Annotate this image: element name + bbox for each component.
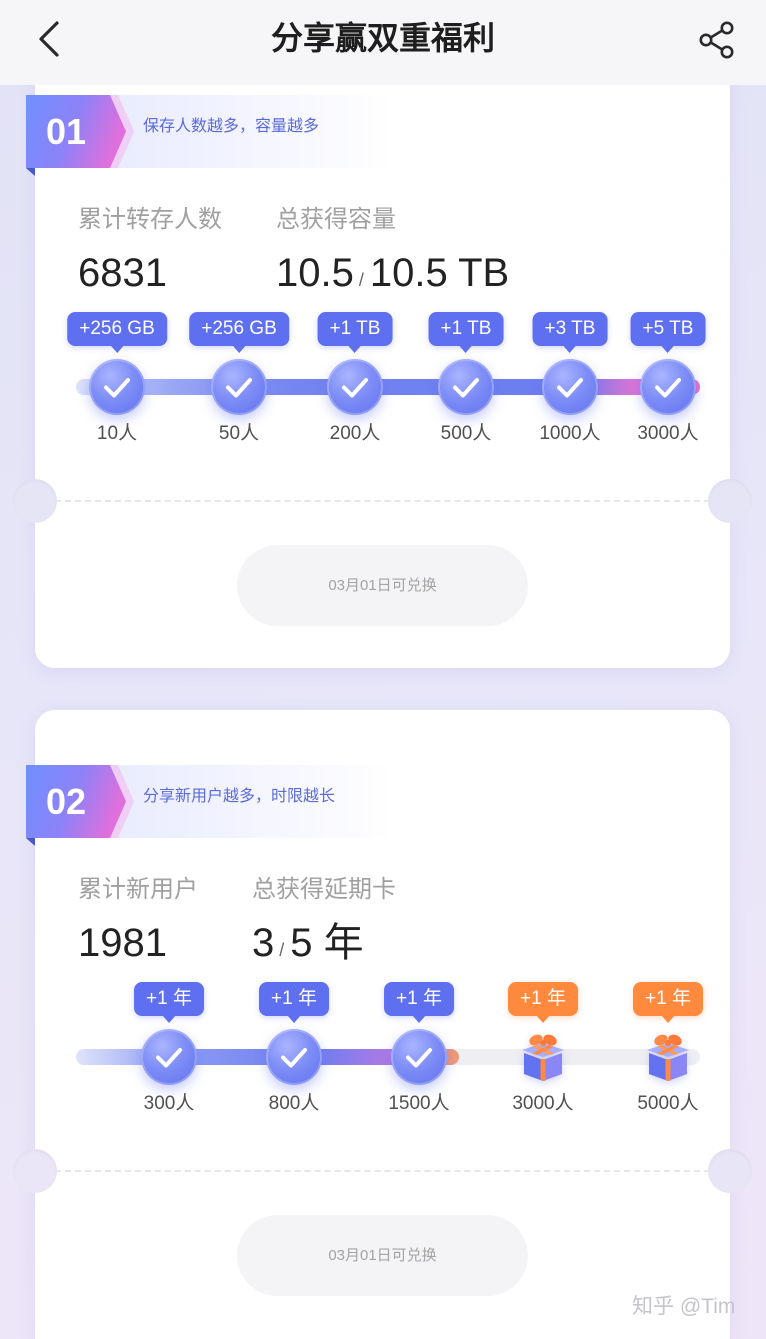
threshold-label: 1500人 <box>388 1093 450 1114</box>
stat-new-users: 累计新用户 1981 <box>78 875 198 974</box>
milestone-3000: +5 TB 3000人 <box>598 312 738 446</box>
check-icon <box>542 359 598 415</box>
stat-total-capacity: 总获得容量 10.5/10.5 TB <box>276 205 509 304</box>
reward-tag: +3 TB <box>532 312 608 353</box>
top-nav-bar: 分享赢双重福利 <box>0 0 766 85</box>
threshold-label: 1000人 <box>539 423 601 444</box>
card-tagline: 保存人数越多，容量越多 <box>143 118 320 135</box>
stat-value: 3/5 年 <box>252 919 396 974</box>
milestone-300: +1 年 300人 <box>99 982 239 1116</box>
stat-label: 总获得容量 <box>276 206 396 233</box>
stat-label: 总获得延期卡 <box>252 876 396 903</box>
page-title: 分享赢双重福利 <box>270 20 495 56</box>
reward-card-storage: 01 保存人数越多，容量越多 累计转存人数 6831 总获得容量 10.5/10… <box>13 40 752 668</box>
gift-icon <box>640 1029 696 1085</box>
threshold-label: 3000人 <box>512 1093 574 1114</box>
threshold-label: 5000人 <box>637 1093 699 1114</box>
reward-tag: +256 GB <box>189 312 289 353</box>
step-number-badge: 01 <box>26 95 134 176</box>
check-icon <box>141 1029 197 1085</box>
threshold-label: 50人 <box>218 423 260 444</box>
stat-total: 5 年 <box>290 921 364 965</box>
check-icon <box>327 359 383 415</box>
stat-label: 累计转存人数 <box>78 206 222 233</box>
reward-tag: +1 TB <box>428 312 504 353</box>
threshold-label: 300人 <box>143 1093 195 1114</box>
step-number: 02 <box>46 781 86 822</box>
stat-total-savers: 累计转存人数 6831 <box>78 205 222 304</box>
ticket-notch-right <box>708 1149 752 1193</box>
reward-tag: +1 年 <box>633 982 703 1023</box>
check-icon <box>438 359 494 415</box>
share-icon[interactable] <box>696 19 738 61</box>
dashed-divider <box>55 1170 710 1172</box>
reward-tag: +1 TB <box>317 312 393 353</box>
card-tagline: 分享新用户越多，时限越长 <box>143 788 336 805</box>
reward-tag: +5 TB <box>630 312 706 353</box>
stats-row: 累计新用户 1981 总获得延期卡 3/5 年 <box>78 875 396 974</box>
redeem-button[interactable]: 03月01日可兑换 <box>237 545 528 626</box>
reward-tag: +1 年 <box>134 982 204 1023</box>
watermark: 知乎 @Tim <box>632 1295 736 1318</box>
step-number: 01 <box>46 111 86 152</box>
stat-earned: 10.5 <box>276 251 354 295</box>
reward-tag: +1 年 <box>508 982 578 1023</box>
threshold-label: 800人 <box>268 1093 320 1114</box>
stat-earned: 3 <box>252 921 275 965</box>
milestone-10: +256 GB 10人 <box>47 312 187 446</box>
check-icon <box>89 359 145 415</box>
milestone-5000: +1 年 5000人 <box>598 982 738 1116</box>
stat-separator: / <box>279 940 285 960</box>
check-icon <box>640 359 696 415</box>
ticket-notch-right <box>708 479 752 523</box>
check-icon <box>211 359 267 415</box>
dashed-divider <box>55 500 710 502</box>
stat-extension-cards: 总获得延期卡 3/5 年 <box>252 875 396 974</box>
threshold-label: 500人 <box>440 423 492 444</box>
check-icon <box>266 1029 322 1085</box>
threshold-label: 200人 <box>329 423 381 444</box>
ticket-notch-left <box>13 1149 57 1193</box>
check-icon <box>391 1029 447 1085</box>
redeem-button[interactable]: 03月01日可兑换 <box>237 1215 528 1296</box>
milestone-1500: +1 年 1500人 <box>349 982 489 1116</box>
reward-tag: +1 年 <box>259 982 329 1023</box>
step-number-badge: 02 <box>26 765 134 846</box>
milestone-3000: +1 年 3000人 <box>473 982 613 1116</box>
gift-icon <box>515 1029 571 1085</box>
stat-separator: / <box>358 270 364 290</box>
stat-value: 1981 <box>78 921 167 965</box>
threshold-label: 10人 <box>96 423 138 444</box>
stats-row: 累计转存人数 6831 总获得容量 10.5/10.5 TB <box>78 205 509 304</box>
threshold-label: 3000人 <box>637 423 699 444</box>
stat-value: 10.5/10.5 TB <box>276 249 509 304</box>
stat-total: 10.5 TB <box>369 251 510 295</box>
reward-tag: +1 年 <box>384 982 454 1023</box>
milestone-800: +1 年 800人 <box>224 982 364 1116</box>
reward-tag: +256 GB <box>67 312 167 353</box>
ticket-notch-left <box>13 479 57 523</box>
stat-value: 6831 <box>78 251 167 295</box>
stat-label: 累计新用户 <box>78 876 198 903</box>
reward-card-membership: 02 分享新用户越多，时限越长 累计新用户 1981 总获得延期卡 3/5 年 … <box>13 710 752 1339</box>
